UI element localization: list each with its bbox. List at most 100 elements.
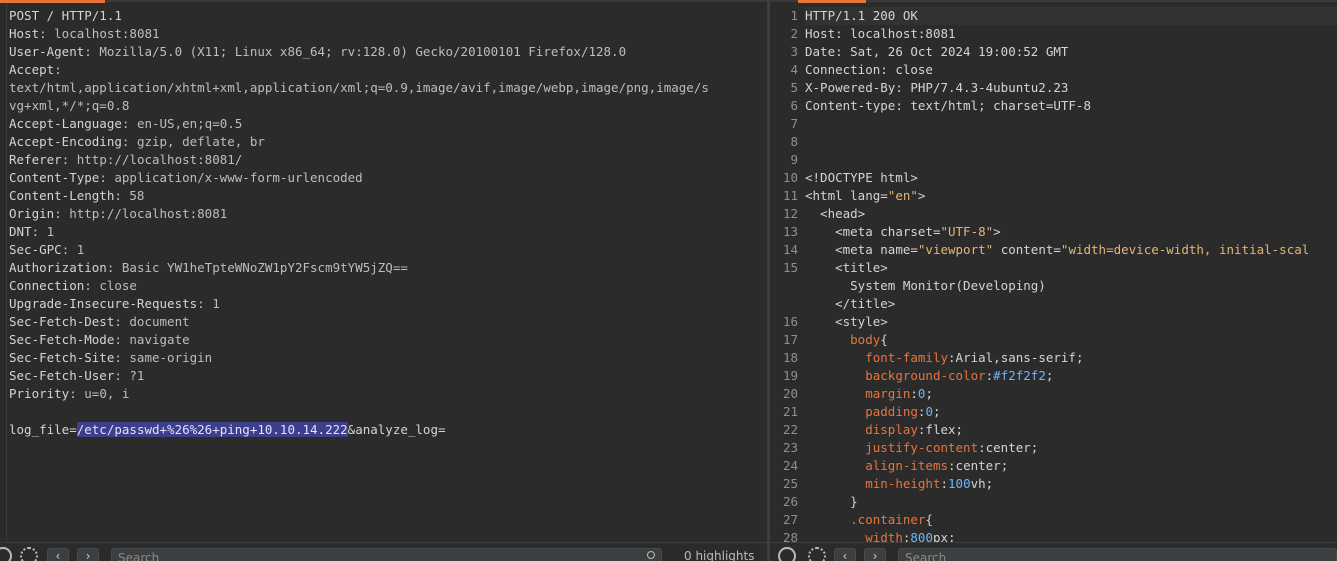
response-text (805, 476, 865, 491)
response-line[interactable]: <style> (805, 313, 1337, 331)
response-pane: 1 2 3 4 5 6 7 8 9 10 11 12 13 14 15 16 17 18 19 20 21 22 23 24 2… (770, 0, 1337, 561)
response-line[interactable]: <meta name="viewport" content="width=dev… (805, 241, 1337, 259)
response-line[interactable]: <title> (805, 259, 1337, 277)
response-text: 0 (925, 404, 933, 419)
line-number: 18 (782, 350, 798, 365)
gear-icon[interactable] (20, 547, 38, 561)
request-line[interactable]: Sec-Fetch-Site: same-origin (9, 349, 759, 367)
response-text: "en" (887, 188, 918, 203)
response-line[interactable]: Connection: close (805, 61, 1337, 79)
request-line[interactable]: Accept-Encoding: gzip, deflate, br (9, 133, 759, 151)
request-line[interactable]: Sec-Fetch-Dest: document (9, 313, 759, 331)
help-icon[interactable] (778, 547, 796, 561)
response-line[interactable]: <head> (805, 205, 1337, 223)
response-line[interactable]: align-items:center; (805, 457, 1337, 475)
request-line[interactable]: Content-Type: application/x-www-form-url… (9, 169, 759, 187)
response-text (805, 404, 865, 419)
response-text: <html (805, 188, 851, 203)
response-editor[interactable]: HTTP/1.1 200 OK Host: localhost:8081 Date:… (805, 7, 1337, 547)
request-line[interactable]: vg+xml,*/*;q=0.8 (9, 97, 759, 115)
request-line[interactable]: Sec-GPC: 1 (9, 241, 759, 259)
help-icon[interactable] (0, 547, 12, 561)
request-line[interactable]: Origin: http://localhost:8081 (9, 205, 759, 223)
line-number: 7 (790, 116, 798, 131)
response-text: = (880, 188, 888, 203)
response-tab-indicator[interactable] (798, 0, 866, 3)
request-text: Sec-GPC (9, 242, 62, 257)
response-line[interactable]: HTTP/1.1 200 OK (805, 7, 1337, 25)
response-line[interactable]: Host: localhost:8081 (805, 25, 1337, 43)
next-match-button[interactable]: › (864, 548, 886, 561)
response-line[interactable] (805, 115, 1337, 133)
request-search-input[interactable]: Search (111, 548, 662, 561)
gear-icon[interactable] (808, 547, 826, 561)
request-tab-indicator[interactable] (0, 0, 105, 3)
response-line[interactable]: justify-content:center; (805, 439, 1337, 457)
response-line[interactable]: System Monitor(Developing) (805, 277, 1337, 295)
request-line[interactable]: Priority: u=0, i (9, 385, 759, 403)
response-line[interactable]: min-height:100vh; (805, 475, 1337, 493)
response-line[interactable] (805, 133, 1337, 151)
response-text: margin (865, 386, 911, 401)
request-line[interactable]: Authorization: Basic YW1heTpteWNoZW1pY2F… (9, 259, 759, 277)
response-line[interactable]: <html lang="en"> (805, 187, 1337, 205)
response-text: { (880, 332, 888, 347)
response-line[interactable]: </title> (805, 295, 1337, 313)
response-text (805, 386, 865, 401)
request-line[interactable]: User-Agent: Mozilla/5.0 (X11; Linux x86_… (9, 43, 759, 61)
request-line[interactable]: Accept: (9, 61, 759, 79)
previous-match-button[interactable]: ‹ (834, 548, 856, 561)
response-line[interactable]: background-color:#f2f2f2; (805, 367, 1337, 385)
request-line[interactable]: log_file=/etc/passwd+%26%26+ping+10.10.1… (9, 421, 759, 439)
request-line[interactable]: Content-Length: 58 (9, 187, 759, 205)
request-line[interactable]: Sec-Fetch-User: ?1 (9, 367, 759, 385)
response-line[interactable]: } (805, 493, 1337, 511)
response-text: Connection (805, 62, 881, 77)
response-line[interactable]: display:flex; (805, 421, 1337, 439)
response-line[interactable]: .container{ (805, 511, 1337, 529)
search-placeholder: Search (905, 551, 947, 561)
response-text: Host (805, 26, 836, 41)
request-line[interactable]: text/html,application/xhtml+xml,applicat… (9, 79, 759, 97)
request-editor[interactable]: POST / HTTP/1.1 Host: localhost:8081 User-… (9, 7, 759, 439)
response-line[interactable]: body{ (805, 331, 1337, 349)
response-search-input[interactable]: Search (898, 548, 1337, 561)
response-line[interactable]: X-Powered-By: PHP/7.4.3-4ubuntu2.23 (805, 79, 1337, 97)
request-line[interactable]: Connection: close (9, 277, 759, 295)
request-line[interactable]: Referer: http://localhost:8081/ (9, 151, 759, 169)
request-line[interactable]: Sec-Fetch-Mode: navigate (9, 331, 759, 349)
response-line[interactable]: Content-type: text/html; charset=UTF-8 (805, 97, 1337, 115)
response-text: background-color (865, 368, 986, 383)
next-match-button[interactable]: › (77, 548, 99, 561)
request-line[interactable]: Host: localhost:8081 (9, 25, 759, 43)
request-line[interactable]: DNT: 1 (9, 223, 759, 241)
response-line[interactable]: font-family:Arial,sans-serif; (805, 349, 1337, 367)
line-number: 3 (790, 44, 798, 59)
response-text: : localhost:8081 (835, 26, 956, 41)
previous-match-button[interactable]: ‹ (47, 548, 69, 561)
response-text: ; (925, 386, 933, 401)
response-text: vh; (970, 476, 994, 491)
request-text: Authorization (9, 260, 107, 275)
response-line[interactable]: Date: Sat, 26 Oct 2024 19:00:52 GMT (805, 43, 1337, 61)
response-line[interactable]: padding:0; (805, 403, 1337, 421)
request-line[interactable]: Accept-Language: en-US,en;q=0.5 (9, 115, 759, 133)
request-text: : navigate (114, 332, 190, 347)
response-line[interactable]: <!DOCTYPE html> (805, 169, 1337, 187)
response-line[interactable]: margin:0; (805, 385, 1337, 403)
request-line[interactable]: Upgrade-Insecure-Requests: 1 (9, 295, 759, 313)
request-text: : document (114, 314, 190, 329)
line-number (770, 295, 798, 313)
response-text: : (940, 476, 949, 491)
line-number: 8 (790, 134, 798, 149)
response-text: <meta (805, 242, 881, 257)
response-line[interactable] (805, 151, 1337, 169)
request-text: text/html,application/xhtml+xml,applicat… (9, 80, 709, 95)
response-text: display (865, 422, 918, 437)
line-number: 26 (782, 494, 798, 509)
request-text: Accept-Language (9, 116, 122, 131)
response-line[interactable]: <meta charset="UTF-8"> (805, 223, 1337, 241)
response-text: :center; (978, 440, 1039, 455)
request-line[interactable]: POST / HTTP/1.1 (9, 7, 759, 25)
request-line[interactable] (9, 403, 759, 421)
